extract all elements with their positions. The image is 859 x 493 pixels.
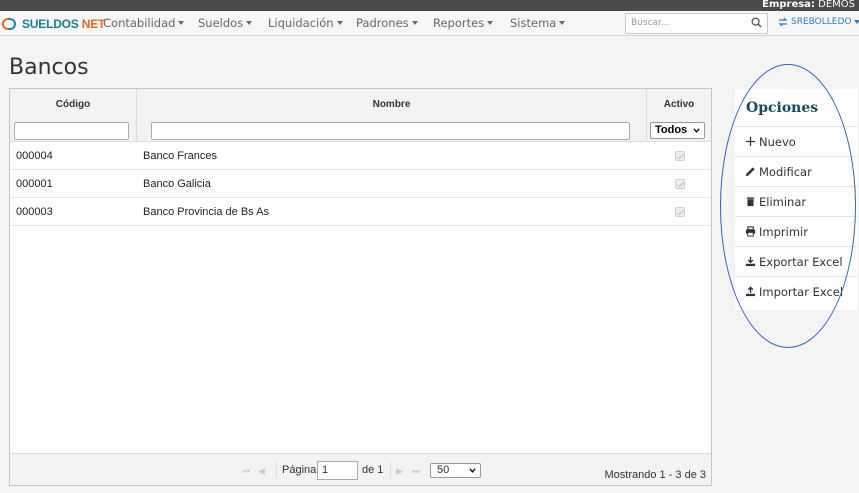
logo-icon bbox=[2, 16, 18, 32]
cell-nombre: Banco Frances bbox=[143, 150, 217, 162]
top-strip: Empresa: DEMOS bbox=[0, 0, 859, 11]
options-title: Opciones bbox=[746, 100, 819, 116]
nuevo-button[interactable]: Nuevo bbox=[735, 126, 857, 156]
table-row[interactable]: 000003 Banco Provincia de Bs As bbox=[10, 198, 711, 226]
page-label: Página bbox=[282, 464, 317, 476]
nav-liquidacion[interactable]: Liquidación bbox=[268, 16, 343, 30]
caret-down-icon bbox=[336, 21, 343, 25]
page-number-input[interactable]: 1 bbox=[317, 461, 358, 480]
grid-header: Código Nombre Activo Todos bbox=[10, 89, 711, 142]
column-header-codigo[interactable]: Código bbox=[10, 99, 136, 110]
column-header-nombre[interactable]: Nombre bbox=[137, 99, 646, 110]
user-switch-icon bbox=[778, 17, 788, 27]
search-input[interactable]: Buscar... bbox=[625, 13, 768, 34]
cell-codigo: 000003 bbox=[16, 206, 53, 218]
empresa-indicator: Empresa: DEMOS bbox=[762, 0, 855, 10]
search-icon[interactable] bbox=[751, 17, 762, 28]
print-icon bbox=[745, 226, 756, 237]
trash-icon bbox=[746, 197, 755, 207]
page-size-select[interactable]: 50 bbox=[430, 463, 481, 478]
options-panel: Opciones Nuevo Modificar Eliminar Imprim… bbox=[735, 89, 857, 310]
cell-nombre: Banco Galicia bbox=[143, 178, 211, 190]
page-count-label: de 1 bbox=[362, 464, 384, 476]
last-page-icon[interactable]: ⏭ bbox=[412, 466, 420, 477]
records-summary: Mostrando 1 - 3 de 3 bbox=[604, 469, 706, 481]
caret-down-icon bbox=[411, 21, 418, 25]
plus-icon bbox=[745, 136, 756, 147]
caret-down-icon bbox=[854, 20, 859, 24]
empresa-label: Empresa: bbox=[762, 0, 815, 10]
search-placeholder: Buscar... bbox=[631, 18, 670, 28]
download-icon bbox=[745, 256, 756, 267]
prev-page-icon[interactable]: ◀ bbox=[258, 466, 265, 477]
imprimir-button[interactable]: Imprimir bbox=[735, 216, 857, 246]
nav-sistema[interactable]: Sistema bbox=[510, 16, 566, 30]
caret-down-icon bbox=[246, 21, 253, 25]
exportar-excel-button[interactable]: Exportar Excel bbox=[735, 246, 857, 276]
user-menu[interactable]: SREBOLLEDO bbox=[778, 17, 859, 27]
eliminar-button[interactable]: Eliminar bbox=[735, 186, 857, 216]
column-header-activo[interactable]: Activo bbox=[647, 99, 711, 110]
cell-codigo: 000004 bbox=[16, 150, 53, 162]
filter-nombre-input[interactable] bbox=[151, 122, 630, 140]
first-page-icon[interactable]: ⏮ bbox=[242, 466, 250, 477]
user-name: SREBOLLEDO bbox=[791, 17, 852, 27]
nav-reportes[interactable]: Reportes bbox=[433, 16, 494, 30]
importar-excel-button[interactable]: Importar Excel bbox=[735, 276, 857, 306]
pager: ⏮ ◀ Página 1 de 1 ▶ ⏭ 50 Mostrando 1 - 3… bbox=[10, 453, 711, 485]
brand-name-part1: SUELDOS bbox=[22, 17, 79, 31]
nav-contabilidad[interactable]: Contabilidad bbox=[103, 16, 185, 30]
brand-logo[interactable]: SUELDOS NET bbox=[2, 15, 105, 33]
modificar-button[interactable]: Modificar bbox=[735, 156, 857, 186]
cell-codigo: 000001 bbox=[16, 178, 53, 190]
cell-nombre: Banco Provincia de Bs As bbox=[143, 206, 269, 218]
table-row[interactable]: 000004 Banco Frances bbox=[10, 142, 711, 170]
banks-grid: Código Nombre Activo Todos 000004 Banco … bbox=[9, 88, 712, 486]
nav-sueldos[interactable]: Sueldos bbox=[198, 16, 253, 30]
filter-codigo-input[interactable] bbox=[14, 122, 129, 140]
page-title: Bancos bbox=[9, 55, 89, 80]
caret-down-icon bbox=[487, 21, 494, 25]
pencil-icon bbox=[745, 167, 755, 177]
caret-down-icon bbox=[178, 21, 185, 25]
chevron-down-icon bbox=[693, 128, 700, 133]
empresa-value: DEMOS bbox=[818, 0, 855, 10]
brand-name-part2: NET bbox=[81, 17, 106, 31]
caret-down-icon bbox=[559, 21, 566, 25]
filter-activo-select[interactable]: Todos bbox=[650, 122, 705, 139]
activo-checkbox bbox=[675, 207, 685, 217]
table-row[interactable]: 000001 Banco Galicia bbox=[10, 170, 711, 198]
chevron-down-icon bbox=[469, 468, 476, 473]
next-page-icon[interactable]: ▶ bbox=[396, 466, 403, 477]
activo-checkbox bbox=[675, 151, 685, 161]
activo-checkbox bbox=[675, 179, 685, 189]
upload-icon bbox=[745, 286, 756, 297]
nav-padrones[interactable]: Padrones bbox=[356, 16, 418, 30]
